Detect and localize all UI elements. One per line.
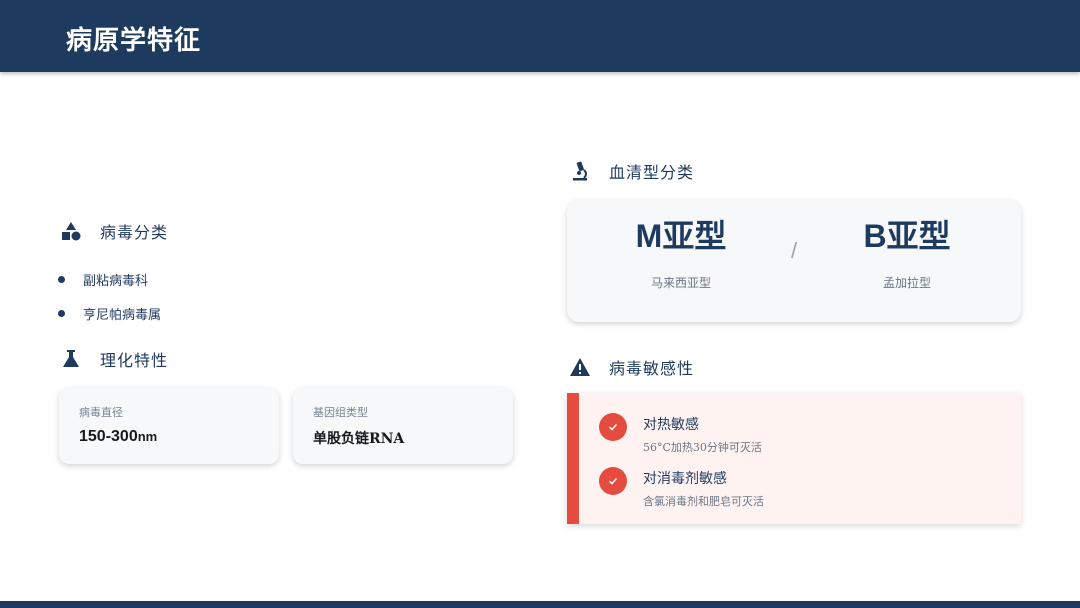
bullet-dot: [58, 275, 65, 283]
genome-label: 基因组类型: [313, 406, 368, 419]
list-item: 副粘病毒科: [58, 262, 161, 296]
serotype-b-name: B亚型: [863, 218, 951, 254]
sensitivity-title: 对消毒剂敏感: [643, 471, 727, 487]
sensitivity-desc: 含氯消毒剂和肥皂可灭活: [643, 495, 764, 508]
flask-icon: [60, 348, 82, 370]
serotype-heading-label: 血清型分类: [609, 163, 695, 182]
list-item-text: 副粘病毒科: [83, 273, 149, 289]
serotype-m-desc: 马来西亚型: [650, 276, 711, 290]
list-item-text: 亨尼帕病毒属: [83, 307, 162, 323]
shapes-icon: [60, 220, 82, 242]
bullet-dot: [58, 309, 65, 317]
sensitivity-heading-label: 病毒敏感性: [609, 359, 695, 378]
sensitivity-heading: 病毒敏感性: [569, 355, 694, 379]
diameter-label: 病毒直径: [79, 406, 123, 419]
classification-heading: 病毒分类: [60, 219, 168, 243]
sensitivity-desc: 56°C加热30分钟可灭活: [643, 441, 762, 454]
genome-value: 单股负链RNA: [313, 431, 405, 447]
classification-list: 副粘病毒科 亨尼帕病毒属: [58, 262, 161, 330]
diameter-unit: nm: [137, 429, 158, 444]
classification-heading-label: 病毒分类: [100, 223, 169, 242]
footer-bar: [0, 601, 1080, 608]
serotype-m-name: M亚型: [635, 218, 727, 254]
check-icon: [599, 467, 627, 495]
serotype-card: M亚型 马来西亚型 / B亚型 孟加拉型: [567, 200, 1021, 322]
diameter-value: 150-300nm: [79, 428, 157, 446]
properties-heading: 理化特性: [60, 347, 168, 371]
serotype-m: M亚型 马来西亚型: [581, 216, 781, 291]
diameter-number: 150-300: [79, 428, 138, 445]
sensitivity-title: 对热敏感: [643, 417, 699, 433]
page-title: 病原学特征: [66, 26, 202, 56]
warning-icon: [569, 356, 591, 378]
check-icon: [599, 413, 627, 441]
properties-heading-label: 理化特性: [100, 351, 169, 370]
diameter-card: 病毒直径 150-300nm: [59, 388, 279, 464]
list-item: 亨尼帕病毒属: [58, 296, 161, 330]
serotype-b-desc: 孟加拉型: [882, 276, 931, 290]
serotype-b: B亚型 孟加拉型: [807, 216, 1007, 291]
genome-card: 基因组类型 单股负链RNA: [293, 388, 513, 464]
microscope-icon: [569, 160, 591, 182]
header-bar: 病原学特征: [0, 0, 1080, 72]
sensitivity-card: 对热敏感 56°C加热30分钟可灭活 对消毒剂敏感 含氯消毒剂和肥皂可灭活: [567, 393, 1021, 524]
serotype-separator: /: [791, 238, 798, 263]
serotype-heading: 血清型分类: [569, 159, 694, 183]
